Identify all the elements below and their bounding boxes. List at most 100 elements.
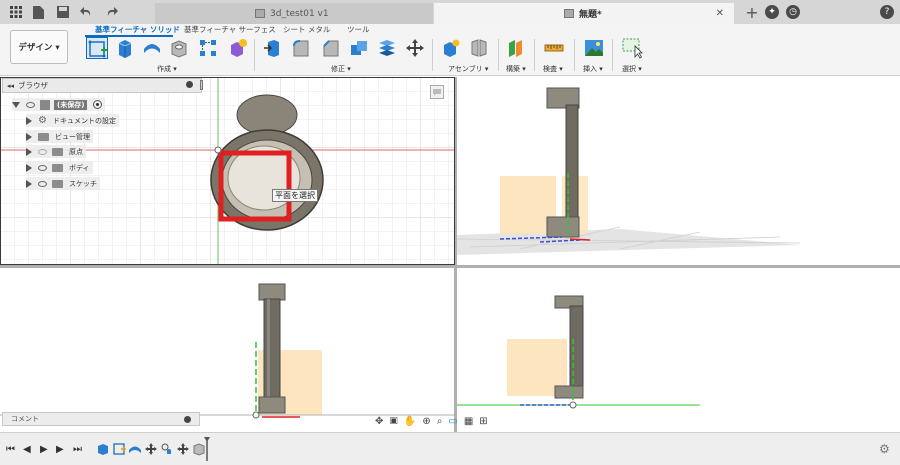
browser-header[interactable]: ◂◂ ブラウザ (2, 78, 203, 93)
tree-item-sketches[interactable]: スケッチ (26, 177, 100, 190)
group-divider (432, 39, 433, 71)
pattern-icon[interactable] (197, 37, 219, 59)
group-construct[interactable]: 構築 ▾ (506, 64, 526, 74)
play-icon[interactable]: ▶ (40, 444, 48, 455)
group-create[interactable]: 作成 ▾ (157, 64, 177, 74)
expand-icon[interactable] (26, 132, 32, 141)
revolve-icon[interactable] (141, 37, 163, 59)
group-divider (612, 39, 613, 71)
create-form-icon[interactable] (226, 37, 248, 59)
timeline-extrude-icon[interactable] (96, 442, 110, 456)
tree-root[interactable]: (未保存) (12, 98, 106, 111)
tab-sheet-metal[interactable]: シート メタル (283, 24, 330, 35)
gear-icon: ⚙ (38, 115, 47, 126)
tree-item-named-views[interactable]: ビュー管理 (26, 130, 93, 143)
root-label[interactable]: (未保存) (54, 99, 88, 110)
folder-icon (38, 132, 49, 141)
shell-icon[interactable] (376, 37, 398, 59)
visibility-eye-icon[interactable] (38, 148, 47, 155)
chamfer-icon[interactable] (320, 37, 342, 59)
activate-radio-icon[interactable] (93, 100, 103, 109)
close-icon[interactable]: ✕ (716, 8, 724, 19)
visibility-eye-icon[interactable] (38, 164, 47, 171)
help-icon[interactable]: ? (880, 5, 894, 19)
measure-icon[interactable] (543, 37, 565, 59)
hole-icon[interactable] (168, 37, 190, 59)
fit-icon[interactable]: ⌕ (437, 416, 443, 427)
expand-icon[interactable] (26, 116, 32, 125)
grid-icon[interactable] (8, 4, 24, 20)
zoom-icon[interactable]: ⊕ (422, 416, 430, 427)
joint-icon[interactable] (468, 37, 490, 59)
tab-solid[interactable]: 基準フィーチャ ソリッド (95, 24, 180, 35)
tree-item-origin[interactable]: 原点 (26, 145, 86, 158)
group-modify[interactable]: 修正 ▾ (331, 64, 351, 74)
viewports-icon[interactable]: ⊞ (479, 416, 487, 427)
step-back-icon[interactable]: ◀ (23, 444, 31, 455)
select-plane-tooltip: 平面を選択 (272, 189, 318, 202)
tab-tools[interactable]: ツール (347, 24, 370, 35)
group-select[interactable]: 選択 ▾ (622, 64, 642, 74)
collapse-icon[interactable]: ◂◂ (7, 82, 14, 90)
create-sketch-icon[interactable] (86, 37, 108, 59)
move-icon[interactable] (404, 37, 426, 59)
folder-icon (52, 147, 63, 156)
comments-panel[interactable]: コメント (2, 412, 200, 426)
timeline-move-2-icon[interactable] (176, 442, 190, 456)
display-settings-icon[interactable]: ▭ (448, 416, 457, 427)
save-icon[interactable] (55, 4, 71, 20)
group-assemble[interactable]: アセンブリ ▾ (448, 64, 488, 74)
tab-document-1[interactable]: 3d_test01 v1 (155, 3, 433, 24)
new-component-icon[interactable] (440, 37, 462, 59)
workspace-switcher-button[interactable]: デザイン ▾ (10, 30, 68, 64)
timeline-marker[interactable] (204, 437, 210, 461)
combine-icon[interactable] (348, 37, 370, 59)
tab-surface[interactable]: 基準フィーチャ サーフェス (184, 24, 276, 35)
extrude-icon[interactable] (114, 37, 136, 59)
look-at-icon[interactable]: ▣ (389, 416, 398, 426)
press-pull-icon[interactable] (262, 37, 284, 59)
group-divider (254, 39, 255, 71)
group-insert[interactable]: 挿入 ▾ (583, 64, 603, 74)
title-bar: 3d_test01 v1 無題* ✕ + ✦ ◷ ? (0, 0, 900, 24)
select-icon[interactable] (622, 37, 644, 59)
timeline-settings-gear-icon[interactable]: ⚙ (879, 442, 890, 456)
tree-label: ビュー管理 (55, 132, 90, 141)
visibility-eye-icon[interactable] (38, 180, 47, 187)
panel-toggle-icon[interactable] (200, 80, 203, 90)
comment-view-icon[interactable] (430, 85, 444, 99)
pan-icon[interactable]: ✋ (404, 416, 416, 427)
fillet-icon[interactable] (290, 37, 312, 59)
tree-item-bodies[interactable]: ボディ (26, 161, 93, 174)
viewport-divider-horizontal[interactable] (0, 265, 900, 268)
grid-settings-icon[interactable]: ▦ (464, 416, 473, 427)
step-forward-icon[interactable]: ▶ (56, 444, 64, 455)
timeline-sketch-icon[interactable] (112, 442, 126, 456)
extensions-icon[interactable]: ✦ (765, 5, 779, 19)
clock-icon[interactable]: ◷ (786, 5, 800, 19)
new-tab-icon[interactable]: + (744, 3, 760, 22)
timeline-move-icon[interactable] (144, 442, 158, 456)
timeline-fillet-icon[interactable] (160, 442, 174, 456)
undo-icon[interactable] (78, 4, 94, 20)
pin-icon[interactable] (184, 416, 191, 423)
group-inspect[interactable]: 検査 ▾ (543, 64, 563, 74)
expand-icon[interactable] (26, 179, 32, 188)
tab-label: 3d_test01 v1 (270, 8, 329, 19)
offset-plane-icon[interactable] (505, 37, 527, 59)
expand-icon[interactable] (26, 147, 32, 156)
redo-icon[interactable] (103, 4, 119, 20)
tree-item-document-settings[interactable]: ⚙ ドキュメントの設定 (26, 114, 119, 127)
insert-image-icon[interactable] (583, 37, 605, 59)
tab-document-2[interactable]: 無題* ✕ (434, 3, 734, 24)
timeline-revolve-icon[interactable] (128, 442, 142, 456)
visibility-eye-icon[interactable] (26, 101, 35, 108)
go-to-end-icon[interactable]: ⏭ (73, 444, 82, 455)
tab-label: 無題* (579, 10, 602, 20)
expand-icon[interactable] (12, 101, 20, 108)
orbit-icon[interactable]: ✥ (375, 416, 383, 427)
go-to-start-icon[interactable]: ⏮ (6, 444, 15, 455)
file-icon[interactable] (30, 4, 46, 20)
pin-icon[interactable] (186, 81, 193, 88)
expand-icon[interactable] (26, 163, 32, 172)
